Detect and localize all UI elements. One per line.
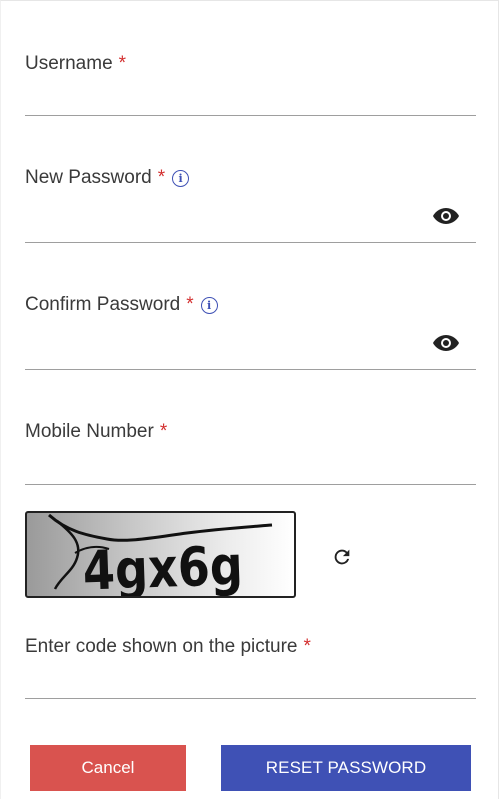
username-label-text: Username (25, 53, 113, 74)
reset-password-form: Username * New Password * i Confirm Pass… (0, 0, 499, 799)
captcha-code-field[interactable] (25, 665, 476, 699)
username-label: Username * (25, 53, 126, 75)
refresh-icon[interactable] (328, 543, 356, 571)
required-mark: * (303, 636, 311, 657)
confirm-password-label-text: Confirm Password (25, 294, 181, 315)
username-field[interactable] (25, 82, 476, 116)
required-mark: * (159, 421, 168, 442)
eye-icon[interactable] (431, 332, 461, 354)
captcha-code-label: Enter code shown on the picture * (25, 636, 311, 658)
captcha-code-label-text: Enter code shown on the picture (25, 636, 298, 657)
new-password-field[interactable] (25, 209, 476, 243)
eye-icon[interactable] (431, 205, 461, 227)
captcha-image: 4gx6g (25, 511, 296, 598)
confirm-password-label: Confirm Password * i (25, 294, 218, 316)
required-mark: * (186, 294, 194, 315)
info-icon[interactable]: i (200, 296, 218, 314)
mobile-number-label: Mobile Number * (25, 421, 167, 443)
cancel-button[interactable]: Cancel (30, 745, 186, 791)
confirm-password-field[interactable] (25, 336, 476, 370)
required-mark: * (118, 53, 127, 74)
mobile-number-field[interactable] (25, 451, 476, 485)
new-password-label-text: New Password (25, 167, 152, 188)
new-password-label: New Password * i (25, 167, 190, 189)
required-mark: * (157, 167, 166, 188)
captcha-code-text: 4gx6g (82, 534, 244, 596)
reset-password-button[interactable]: RESET PASSWORD (221, 745, 471, 791)
mobile-number-label-text: Mobile Number (25, 421, 154, 442)
info-icon[interactable]: i (172, 169, 190, 187)
